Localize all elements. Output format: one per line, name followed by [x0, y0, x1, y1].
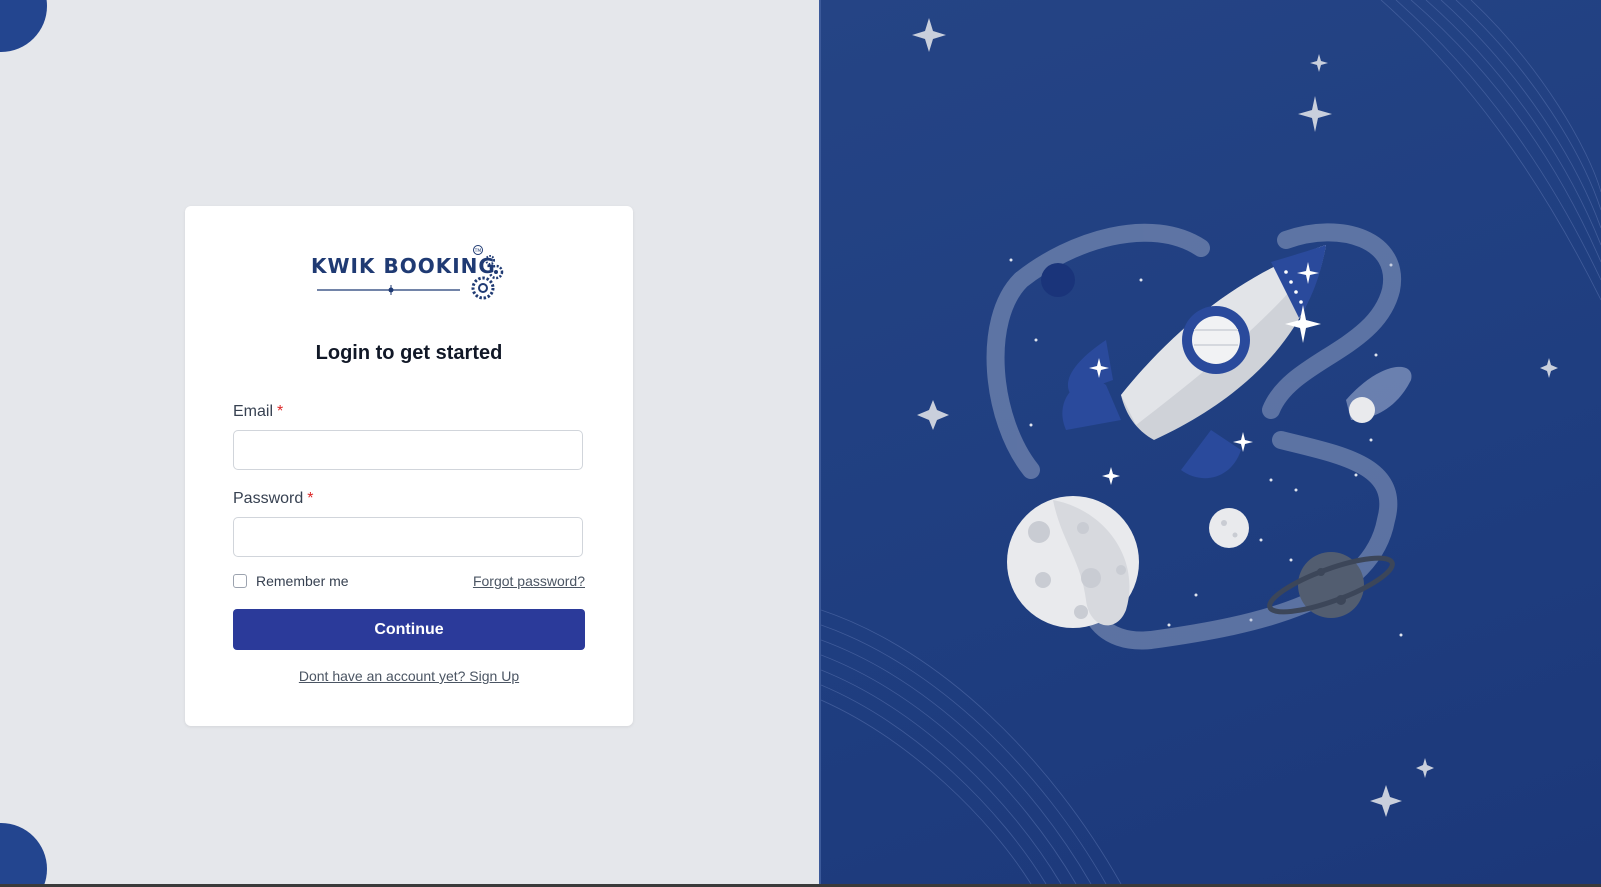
forgot-password-link[interactable]: Forgot password?: [473, 573, 585, 589]
password-input[interactable]: [233, 517, 583, 557]
continue-button[interactable]: Continue: [233, 609, 585, 650]
dark-planet-icon: [1041, 263, 1075, 297]
remember-me-label[interactable]: Remember me: [256, 573, 349, 589]
illustration-pane: [821, 0, 1601, 884]
required-marker: *: [307, 490, 314, 507]
login-pane: KWIK BOOKING TM Login to get started Ema…: [0, 0, 820, 884]
gears-icon: TM: [471, 245, 504, 300]
email-input[interactable]: [233, 430, 583, 470]
email-label-text: Email: [233, 403, 274, 420]
comet-icon: [1346, 366, 1412, 423]
login-card: KWIK BOOKING TM Login to get started Ema…: [185, 206, 633, 726]
password-label: Password *: [233, 490, 313, 508]
kwik-booking-logo: KWIK BOOKING TM: [311, 244, 507, 310]
wave-lines-bottom-left: [821, 609, 1122, 884]
required-marker: *: [277, 403, 284, 420]
corner-decoration-top: [0, 0, 47, 52]
logo-underline-icon: [317, 285, 460, 295]
space-illustration: [821, 0, 1601, 884]
wave-lines-top-right: [1380, 0, 1601, 301]
small-moon-icon: [1209, 508, 1249, 548]
password-label-text: Password: [233, 490, 304, 507]
remember-me-checkbox[interactable]: [233, 574, 247, 588]
email-label: Email *: [233, 403, 283, 421]
remember-me-row: Remember me: [233, 573, 349, 589]
sign-up-link[interactable]: Dont have an account yet? Sign Up: [185, 668, 633, 684]
planet-icon: [1267, 552, 1395, 618]
moon-icon: [1007, 496, 1139, 628]
corner-decoration-bottom: [0, 823, 47, 884]
login-title: Login to get started: [315, 342, 503, 364]
svg-text:TM: TM: [474, 248, 482, 254]
